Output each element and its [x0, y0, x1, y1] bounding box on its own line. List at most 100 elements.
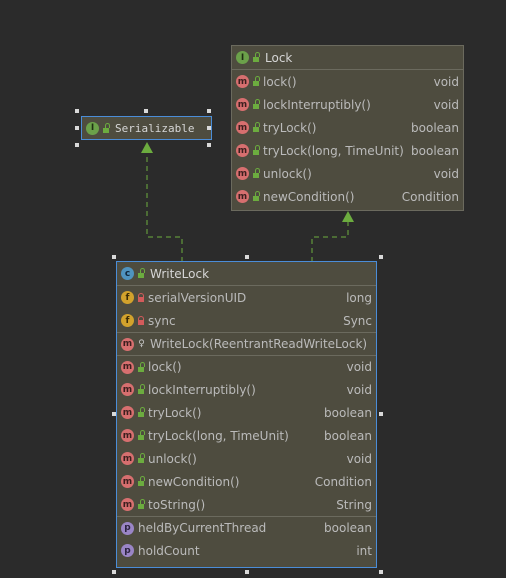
- interface-icon: I: [86, 121, 99, 135]
- method-name: newCondition(): [148, 474, 240, 489]
- public-visibility-icon: [253, 76, 260, 86]
- resize-handle[interactable]: [245, 255, 249, 259]
- method-icon: m: [121, 498, 134, 511]
- property-icon: p: [121, 544, 134, 557]
- public-visibility-icon: [138, 476, 145, 486]
- resize-handle[interactable]: [379, 570, 383, 574]
- implements-serializable-arrowhead: [141, 142, 153, 153]
- method-row[interactable]: m lockInterruptibly() void: [117, 378, 376, 401]
- method-type: Condition: [314, 474, 372, 489]
- field-name: sync: [148, 313, 176, 328]
- member-name: tryLock(): [263, 120, 317, 135]
- lock-member-row[interactable]: m unlock() void: [232, 162, 463, 185]
- writelock-header: c WriteLock: [117, 262, 376, 286]
- public-visibility-icon: [138, 268, 145, 278]
- lock-title: Lock: [265, 50, 293, 65]
- lock-header: I Lock: [232, 46, 463, 70]
- field-type: long: [346, 290, 372, 305]
- field-type: Sync: [343, 313, 372, 328]
- method-icon: m: [236, 121, 249, 134]
- resize-handle[interactable]: [75, 143, 79, 147]
- resize-handle[interactable]: [245, 570, 249, 574]
- resize-handle[interactable]: [112, 412, 116, 416]
- method-name: tryLock(): [148, 405, 202, 420]
- member-type: Condition: [401, 189, 459, 204]
- resize-handle[interactable]: [144, 109, 148, 113]
- method-icon: m: [121, 406, 134, 419]
- lock-member-row[interactable]: m newCondition() Condition: [232, 185, 463, 208]
- method-name: lockInterruptibly(): [148, 382, 256, 397]
- public-visibility-icon: [138, 430, 145, 440]
- property-type: int: [356, 543, 372, 558]
- method-row[interactable]: m tryLock(long, TimeUnit) boolean: [117, 424, 376, 447]
- field-name: serialVersionUID: [148, 290, 247, 305]
- member-name: tryLock(long, TimeUnit): [263, 143, 404, 158]
- resize-handle[interactable]: [207, 126, 211, 130]
- method-icon: m: [121, 452, 134, 465]
- interface-icon: I: [236, 51, 249, 64]
- method-icon: m: [236, 167, 249, 180]
- serializable-title: Serializable: [115, 121, 195, 135]
- resize-handle[interactable]: [112, 570, 116, 574]
- method-row[interactable]: m lock() void: [117, 355, 376, 378]
- field-icon: f: [121, 291, 134, 304]
- member-type: void: [433, 74, 459, 89]
- public-visibility-icon: [138, 499, 145, 509]
- public-visibility-icon: [253, 191, 260, 201]
- resize-handle[interactable]: [207, 143, 211, 147]
- method-icon: m: [121, 429, 134, 442]
- property-row[interactable]: p heldByCurrentThread boolean: [117, 516, 376, 539]
- property-row[interactable]: p holdCount int: [117, 539, 376, 562]
- method-icon: m: [236, 98, 249, 111]
- method-name: toString(): [148, 497, 206, 512]
- method-row[interactable]: m toString() String: [117, 493, 376, 516]
- writelock-class-node[interactable]: c WriteLock f serialVersionUID long f sy…: [116, 261, 377, 568]
- public-visibility-icon: [103, 122, 110, 133]
- constructor-name: WriteLock(ReentrantReadWriteLock): [150, 337, 368, 351]
- property-type: boolean: [324, 521, 372, 535]
- resize-handle[interactable]: [75, 109, 79, 113]
- method-type: void: [346, 382, 372, 397]
- private-visibility-icon: [138, 316, 144, 325]
- field-icon: f: [121, 314, 134, 327]
- method-icon: m: [121, 475, 134, 488]
- resize-handle[interactable]: [379, 255, 383, 259]
- method-row[interactable]: m newCondition() Condition: [117, 470, 376, 493]
- resize-handle[interactable]: [207, 109, 211, 113]
- lock-member-row[interactable]: m tryLock() boolean: [232, 116, 463, 139]
- public-visibility-icon: [253, 52, 260, 62]
- field-row[interactable]: f sync Sync: [117, 309, 376, 332]
- method-row[interactable]: m tryLock() boolean: [117, 401, 376, 424]
- constructor-row[interactable]: m ♀ WriteLock(ReentrantReadWriteLock): [117, 332, 376, 355]
- resize-handle[interactable]: [75, 126, 79, 130]
- property-name: holdCount: [138, 543, 200, 558]
- implements-lock-line: [311, 221, 349, 262]
- lock-member-row[interactable]: m lock() void: [232, 70, 463, 93]
- method-icon: m: [236, 190, 249, 203]
- lock-member-row[interactable]: m tryLock(long, TimeUnit) boolean: [232, 139, 463, 162]
- resize-handle[interactable]: [112, 255, 116, 259]
- property-name: heldByCurrentThread: [138, 521, 267, 535]
- public-visibility-icon: [138, 384, 145, 394]
- method-name: tryLock(long, TimeUnit): [148, 428, 289, 443]
- lock-interface-node[interactable]: I Lock m lock() void m lockInterruptibly…: [231, 45, 464, 211]
- public-visibility-icon: [253, 122, 260, 132]
- public-visibility-icon: [253, 168, 260, 178]
- method-icon: m: [236, 144, 249, 157]
- public-visibility-icon: [138, 453, 145, 463]
- resize-handle[interactable]: [379, 412, 383, 416]
- serializable-interface-node[interactable]: I Serializable: [81, 116, 212, 140]
- package-visibility-icon: ♀: [138, 338, 145, 349]
- lock-member-row[interactable]: m lockInterruptibly() void: [232, 93, 463, 116]
- public-visibility-icon: [138, 407, 145, 417]
- writelock-title: WriteLock: [150, 266, 210, 281]
- public-visibility-icon: [138, 361, 145, 372]
- method-row[interactable]: m unlock() void: [117, 447, 376, 470]
- member-type: void: [433, 166, 459, 181]
- method-name: lock(): [148, 360, 182, 374]
- method-icon: m: [236, 75, 249, 88]
- field-row[interactable]: f serialVersionUID long: [117, 286, 376, 309]
- private-visibility-icon: [138, 293, 144, 302]
- serializable-header: I Serializable: [82, 117, 211, 139]
- method-icon: m: [121, 383, 134, 396]
